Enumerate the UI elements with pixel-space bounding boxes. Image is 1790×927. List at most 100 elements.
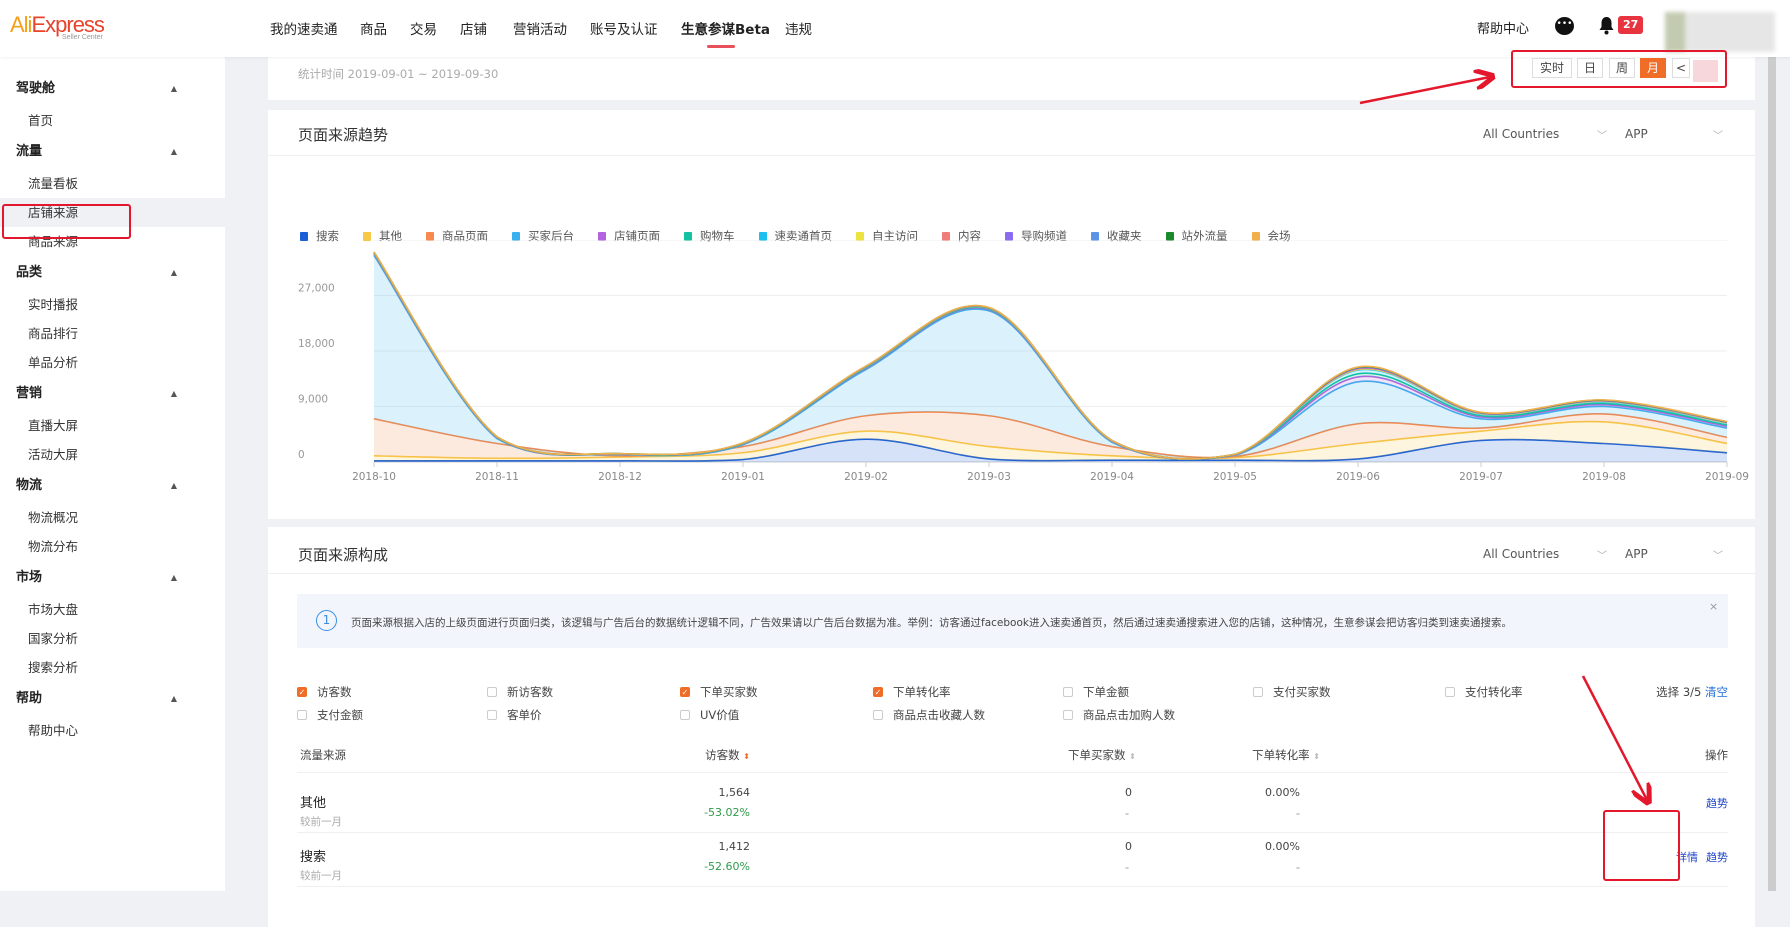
metric-checkbox[interactable]: 支付金额 (297, 707, 363, 723)
rate-value: 0.00% (1265, 840, 1300, 853)
chat-icon[interactable]: ••• (1555, 17, 1574, 35)
sidebar-group[interactable]: 流量 ▲ (0, 135, 225, 169)
sidebar-group[interactable]: 营销 ▲ (0, 377, 225, 411)
sidebar-group[interactable]: 驾驶舱 ▲ (0, 72, 225, 106)
caret-up-icon[interactable]: ▲ (171, 561, 177, 595)
metric-checkbox[interactable]: UV价值 (680, 707, 739, 723)
checkbox-icon[interactable] (1253, 687, 1263, 697)
nav-products[interactable]: 商品 (360, 18, 387, 38)
sidebar-item[interactable]: 流量看板 (0, 169, 225, 198)
x-tick-label: 2019-01 (721, 471, 765, 483)
clear-button[interactable]: 清空 (1705, 685, 1728, 699)
sort-icon[interactable]: ⬍ (743, 752, 750, 761)
x-tick-label: 2019-05 (1213, 471, 1257, 483)
nav-my-aliexpress[interactable]: 我的速卖通 (270, 18, 338, 38)
composition-platform-select[interactable]: APP (1625, 547, 1648, 561)
sidebar-item[interactable]: 帮助中心 (0, 716, 225, 745)
metric-checkbox[interactable]: 商品点击加购人数 (1063, 707, 1175, 723)
selected-count: 选择 3/5 (1656, 685, 1702, 699)
nav-business-advisor[interactable]: 生意参谋Beta (681, 18, 770, 38)
x-tick-label: 2018-12 (598, 471, 642, 483)
sidebar-item[interactable]: 物流概况 (0, 503, 225, 532)
bell-icon[interactable] (1598, 16, 1615, 35)
col-buyers[interactable]: 下单买家数 ⬍ (1068, 747, 1136, 763)
col-visitors-label: 访客数 (705, 748, 740, 762)
metric-checkbox[interactable]: 客单价 (487, 707, 542, 723)
caret-up-icon[interactable]: ▲ (171, 256, 177, 290)
checkbox-icon[interactable] (1063, 710, 1073, 720)
chevron-down-icon: ﹀ (1713, 551, 1723, 562)
sort-icon[interactable]: ⬍ (1313, 752, 1320, 761)
metric-checkbox[interactable]: ✓ 下单买家数 (680, 684, 758, 700)
checkbox-icon[interactable]: ✓ (680, 687, 690, 697)
sidebar-item[interactable]: 商品排行 (0, 319, 225, 348)
metric-label: 下单金额 (1083, 685, 1129, 699)
checkbox-icon[interactable] (297, 710, 307, 720)
user-avatar-blurred[interactable] (1665, 12, 1775, 52)
caret-up-icon[interactable]: ▲ (171, 682, 177, 716)
checkbox-icon[interactable] (487, 710, 497, 720)
sidebar-group[interactable]: 物流 ▲ (0, 469, 225, 503)
checkbox-icon[interactable] (1063, 687, 1073, 697)
nav-marketing[interactable]: 营销活动 (513, 18, 567, 38)
trend-link[interactable]: 趋势 (1706, 849, 1728, 865)
sidebar-item[interactable]: 活动大屏 (0, 440, 225, 469)
divider (297, 832, 1728, 833)
trend-country-select[interactable]: All Countries (1483, 127, 1559, 141)
metric-checkbox[interactable]: ✓ 访客数 (297, 684, 352, 700)
sidebar-group-label: 市场 (16, 570, 43, 585)
sort-icon[interactable]: ⬍ (1129, 752, 1136, 761)
info-notice: 1 页面来源根据入店的上级页面进行页面归类，该逻辑与广告后台的数据统计逻辑不同，… (297, 594, 1728, 648)
col-rate[interactable]: 下单转化率 ⬍ (1252, 747, 1320, 763)
metric-checkbox[interactable]: 支付买家数 (1253, 684, 1331, 700)
sidebar-item[interactable]: 首页 (0, 106, 225, 135)
help-center-link[interactable]: 帮助中心 (1477, 18, 1529, 37)
caret-up-icon[interactable]: ▲ (171, 377, 177, 411)
composition-card: 页面来源构成 All Countries ﹀ APP ﹀ 1 页面来源根据入店的… (268, 527, 1755, 927)
aliexpress-logo[interactable]: AliExpress Seller Center (10, 12, 105, 41)
trend-link[interactable]: 趋势 (1706, 795, 1728, 811)
sidebar-group[interactable]: 帮助 ▲ (0, 682, 225, 716)
nav-violations[interactable]: 违规 (785, 18, 812, 38)
checkbox-icon[interactable] (873, 710, 883, 720)
metric-checkbox[interactable]: 商品点击收藏人数 (873, 707, 985, 723)
metric-checkbox[interactable]: 下单金额 (1063, 684, 1129, 700)
x-tick-label: 2019-02 (844, 471, 888, 483)
metric-checkbox[interactable]: ✓ 下单转化率 (873, 684, 951, 700)
caret-up-icon[interactable]: ▲ (171, 469, 177, 503)
sidebar-group[interactable]: 品类 ▲ (0, 256, 225, 290)
sidebar-item[interactable]: 实时播报 (0, 290, 225, 319)
checkbox-icon[interactable] (487, 687, 497, 697)
trend-platform-select[interactable]: APP (1625, 127, 1648, 141)
sidebar-group[interactable]: 市场 ▲ (0, 561, 225, 595)
checkbox-icon[interactable]: ✓ (297, 687, 307, 697)
close-icon[interactable]: × (1709, 600, 1718, 613)
sidebar-item[interactable]: 物流分布 (0, 532, 225, 561)
nav-trade[interactable]: 交易 (410, 18, 437, 38)
nav-store[interactable]: 店铺 (460, 18, 487, 38)
caret-up-icon[interactable]: ▲ (171, 135, 177, 169)
sidebar-item[interactable]: 单品分析 (0, 348, 225, 377)
metric-label: 新访客数 (507, 685, 553, 699)
source-name: 搜索 (300, 850, 327, 865)
sidebar-item[interactable]: 国家分析 (0, 624, 225, 653)
checkbox-icon[interactable] (1445, 687, 1455, 697)
sidebar-item[interactable]: 直播大屏 (0, 411, 225, 440)
sidebar-item[interactable]: 搜索分析 (0, 653, 225, 682)
divider (268, 155, 1755, 156)
scrollbar[interactable] (1768, 57, 1776, 891)
nav-account[interactable]: 账号及认证 (590, 18, 658, 38)
sidebar-item[interactable]: 市场大盘 (0, 595, 225, 624)
composition-country-select[interactable]: All Countries (1483, 547, 1559, 561)
metric-checkbox[interactable]: 新访客数 (487, 684, 553, 700)
metric-checkbox[interactable]: 支付转化率 (1445, 684, 1523, 700)
metric-label: 商品点击加购人数 (1083, 708, 1175, 722)
selection-summary: 选择 3/5 清空 (1656, 684, 1728, 700)
divider (297, 772, 1728, 773)
checkbox-icon[interactable] (680, 710, 690, 720)
col-visitors[interactable]: 访客数 ⬍ (705, 747, 750, 763)
caret-up-icon[interactable]: ▲ (171, 72, 177, 106)
info-icon: 1 (316, 610, 337, 631)
rate-value: 0.00% (1265, 786, 1300, 799)
checkbox-icon[interactable]: ✓ (873, 687, 883, 697)
